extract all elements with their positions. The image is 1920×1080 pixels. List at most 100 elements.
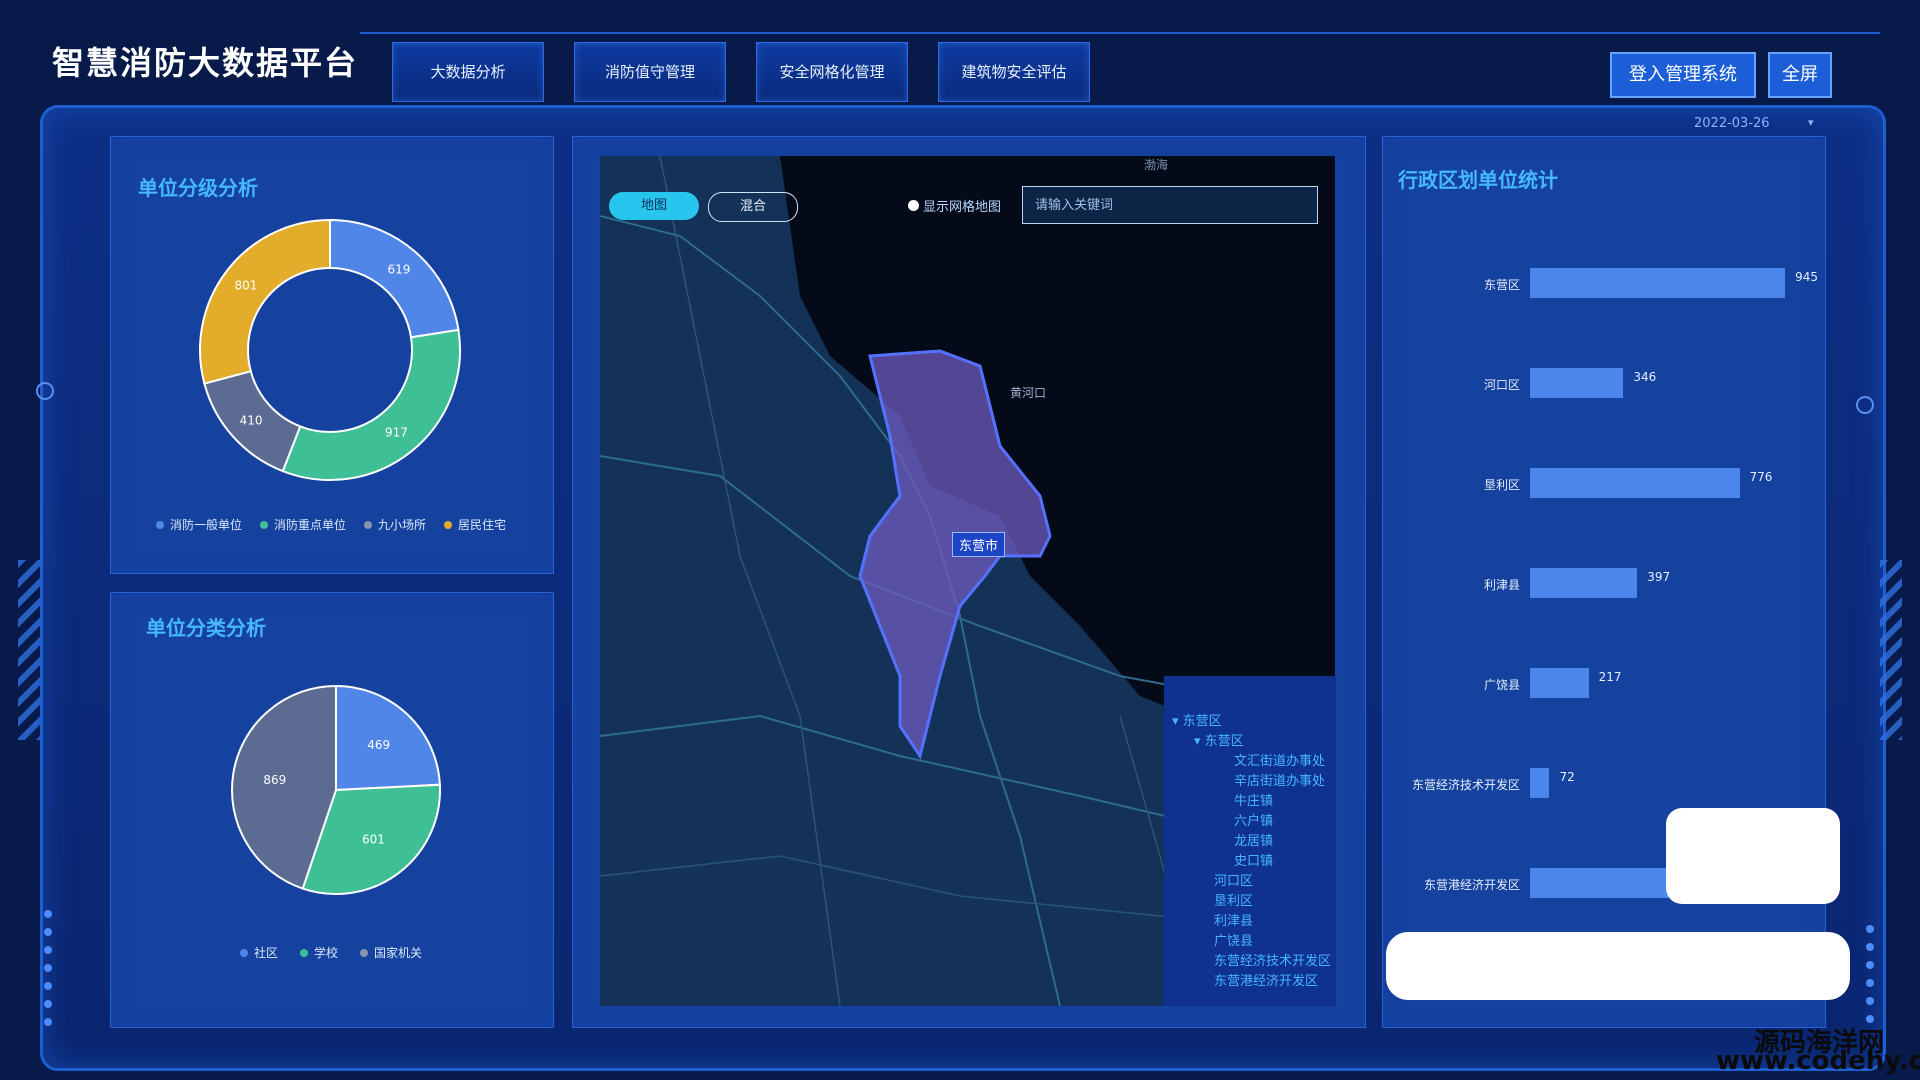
map-search-input[interactable] xyxy=(1022,186,1318,224)
slice-value-label: 410 xyxy=(240,414,263,428)
slice-value-label: 869 xyxy=(263,773,286,787)
legend-label: 居民住宅 xyxy=(458,518,507,532)
unit-category-pie-chart: 469 601 869 xyxy=(231,684,441,895)
frame-dots-left xyxy=(44,910,54,1036)
tree-node-label: 东营区 xyxy=(1204,734,1244,749)
unit-category-title: 单位分类分析 xyxy=(146,616,266,640)
bar-category-label: 河口区 xyxy=(1483,378,1520,392)
mixed-mode-button[interactable]: 混合 xyxy=(708,192,798,222)
bar-value-label: 397 xyxy=(1647,570,1671,584)
city-label: 东营市 xyxy=(952,532,1006,557)
slice-value-label: 469 xyxy=(367,738,390,752)
frame-decoration-right xyxy=(1880,560,1902,740)
legend-dot xyxy=(444,520,453,529)
tree-node-root[interactable]: ▾ 东营区 xyxy=(1172,710,1222,729)
date-select[interactable]: 2022-03-26 xyxy=(1694,116,1770,131)
bar-category-label: 利津县 xyxy=(1483,578,1520,592)
frame-ring-left xyxy=(36,382,54,400)
tree-node-district[interactable]: 东营经济技术开发区 xyxy=(1214,950,1331,969)
legend-dot xyxy=(364,520,373,529)
legend-item: 九小场所 xyxy=(364,516,426,533)
chart-slice xyxy=(199,218,331,385)
tree-node-district[interactable]: 垦利区 xyxy=(1214,890,1253,909)
tree-node-town[interactable]: 辛店街道办事处 xyxy=(1234,770,1325,789)
bar-category-label: 东营港经济开发区 xyxy=(1423,878,1520,892)
slice-value-label: 801 xyxy=(234,278,257,292)
bar-value-label: 776 xyxy=(1749,470,1773,484)
legend-label: 国家机关 xyxy=(374,946,423,960)
watermark-url: www.codehy.com xyxy=(1716,1046,1920,1076)
tab-safety-grid-management[interactable]: 安全网格化管理 xyxy=(756,42,908,102)
tab-big-data-analysis[interactable]: 大数据分析 xyxy=(392,42,544,102)
frame-ring-right xyxy=(1856,396,1874,414)
frame-decoration-left xyxy=(18,560,40,740)
main-nav: 大数据分析 消防值守管理 安全网格化管理 建筑物安全评估 xyxy=(392,42,1090,102)
tree-node-town[interactable]: 牛庄镇 xyxy=(1234,790,1273,809)
tree-node-town[interactable]: 龙居镇 xyxy=(1234,830,1273,849)
grid-map-toggle[interactable]: 显示网格地图 xyxy=(908,196,1001,215)
bar xyxy=(1530,268,1786,298)
map-mode-button[interactable]: 地图 xyxy=(609,192,699,220)
legend-label: 消防一般单位 xyxy=(170,518,243,532)
bar-value-label: 945 xyxy=(1795,270,1819,284)
legend-dot xyxy=(300,948,309,957)
tree-node-town[interactable]: 史口镇 xyxy=(1234,850,1273,869)
bar-category-label: 垦利区 xyxy=(1483,478,1520,492)
bar-category-label: 东营区 xyxy=(1483,278,1520,292)
bar-category-label: 东营经济技术开发区 xyxy=(1411,778,1520,792)
fullscreen-button[interactable]: 全屏 xyxy=(1768,52,1832,98)
bar-value-label: 72 xyxy=(1559,770,1575,784)
bar-value-label: 346 xyxy=(1633,370,1657,384)
legend-label: 九小场所 xyxy=(378,518,427,532)
legend-dot xyxy=(240,948,248,957)
tab-fire-duty-management[interactable]: 消防值守管理 xyxy=(574,42,726,102)
tree-node-label: 东营区 xyxy=(1182,714,1222,729)
slice-value-label: 601 xyxy=(362,832,385,846)
app-title: 智慧消防大数据平台 xyxy=(52,44,359,82)
tree-node-district[interactable]: 东营港经济开发区 xyxy=(1214,970,1318,989)
tree-node-town[interactable]: 六户镇 xyxy=(1234,810,1273,829)
radio-icon[interactable] xyxy=(908,200,919,211)
legend-item: 居民住宅 xyxy=(444,516,506,533)
bar xyxy=(1530,368,1624,398)
tree-node-town[interactable]: 文汇街道办事处 xyxy=(1234,750,1325,769)
slice-value-label: 619 xyxy=(387,262,410,276)
tree-node-district[interactable]: 河口区 xyxy=(1214,870,1253,889)
legend-item: 国家机关 xyxy=(360,944,422,961)
bar-value-label: 217 xyxy=(1598,670,1622,684)
slice-value-label: 917 xyxy=(385,426,408,440)
district-tree: ▾ 东营区 ▾ 东营区 文汇街道办事处 辛店街道办事处 牛庄镇 六户镇 龙居镇 … xyxy=(1164,676,1336,1006)
grid-toggle-label: 显示网格地图 xyxy=(923,200,1002,215)
unit-level-legend: 消防一般单位 消防重点单位 九小场所 居民住宅 xyxy=(156,516,506,533)
sea-label: 渤海 xyxy=(1144,158,1169,172)
legend-dot xyxy=(156,520,164,529)
tree-node-district[interactable]: 广饶县 xyxy=(1214,930,1253,949)
white-overlay xyxy=(1666,808,1840,904)
bar-category-label: 广饶县 xyxy=(1483,678,1520,692)
tree-node-district[interactable]: 利津县 xyxy=(1214,910,1253,929)
legend-item: 学校 xyxy=(300,944,338,961)
chart-slice xyxy=(329,218,460,339)
tab-building-safety-assessment[interactable]: 建筑物安全评估 xyxy=(938,42,1090,102)
legend-item: 消防重点单位 xyxy=(260,516,346,533)
tree-node-child[interactable]: ▾ 东营区 xyxy=(1194,730,1244,749)
login-admin-button[interactable]: 登入管理系统 xyxy=(1610,52,1756,98)
river-label: 黄河口 xyxy=(1010,386,1047,400)
unit-level-donut-chart: 619 917 410 801 xyxy=(199,218,461,481)
bar xyxy=(1530,768,1550,798)
bar xyxy=(1530,568,1638,598)
district-stats-title: 行政区划单位统计 xyxy=(1398,168,1558,192)
legend-label: 学校 xyxy=(314,946,339,960)
unit-level-title: 单位分级分析 xyxy=(138,176,258,200)
bar xyxy=(1530,468,1740,498)
chart-slice xyxy=(281,328,461,481)
chevron-down-icon[interactable]: ▾ xyxy=(1808,116,1814,129)
legend-dot xyxy=(260,520,269,529)
frame-dots-right xyxy=(1866,925,1876,1033)
white-overlay xyxy=(1386,932,1850,1000)
legend-label: 消防重点单位 xyxy=(274,518,347,532)
legend-dot xyxy=(360,948,369,957)
bar xyxy=(1530,668,1589,698)
legend-item: 消防一般单位 xyxy=(156,516,242,533)
unit-category-legend: 社区 学校 国家机关 xyxy=(240,944,422,961)
